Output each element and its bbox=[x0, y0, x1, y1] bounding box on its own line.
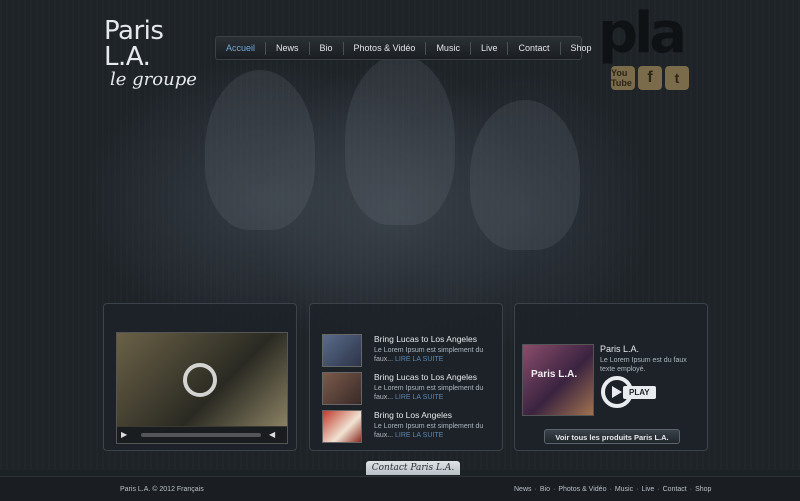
news-thumbnail bbox=[322, 410, 362, 443]
footer-link-photos-video[interactable]: Photos & Vidéo bbox=[558, 486, 606, 493]
nav-photos-video[interactable]: Photos & Vidéo bbox=[344, 41, 427, 55]
news-item[interactable]: Bring Lucas to Los Angeles Le Lorem Ipsu… bbox=[322, 372, 492, 406]
video-progress-bar[interactable] bbox=[141, 433, 261, 437]
play-ring-icon bbox=[183, 363, 217, 397]
news-title[interactable]: Bring to Los Angeles bbox=[374, 410, 452, 420]
video-player[interactable]: ▶ ◀ bbox=[116, 332, 288, 444]
contact-tab[interactable]: Contact Paris L.A. bbox=[366, 461, 460, 475]
news-excerpt: Le Lorem Ipsum est simplement du faux...… bbox=[374, 385, 484, 401]
footer-link-contact[interactable]: Contact bbox=[663, 486, 687, 493]
youtube-icon[interactable]: You Tube bbox=[611, 66, 635, 90]
site-logo[interactable]: Paris L.A. le groupe bbox=[104, 16, 214, 90]
shop-panel: Paris L.A. Paris L.A. Le Lorem Ipsum est… bbox=[514, 303, 708, 451]
band-member-left bbox=[205, 70, 315, 230]
footer-link-shop[interactable]: Shop bbox=[695, 486, 711, 493]
read-more-link[interactable]: LIRE LA SUITE bbox=[395, 432, 443, 439]
brand-mark-logo: pla bbox=[598, 1, 687, 66]
footer-link-music[interactable]: Music bbox=[615, 486, 633, 493]
news-title[interactable]: Bring Lucas to Los Angeles bbox=[374, 372, 477, 382]
footer-copyright: Paris L.A. © 2012 Français bbox=[120, 486, 204, 493]
nav-shop[interactable]: Shop bbox=[561, 42, 602, 55]
video-controls: ▶ ◀ bbox=[117, 427, 287, 443]
read-more-link[interactable]: LIRE LA SUITE bbox=[395, 356, 443, 363]
volume-icon[interactable]: ◀ bbox=[269, 429, 283, 441]
view-all-products-button[interactable]: Voir tous les produits Paris L.A. bbox=[544, 429, 680, 444]
play-button[interactable]: PLAY bbox=[601, 376, 671, 408]
album-cover[interactable]: Paris L.A. bbox=[522, 344, 594, 416]
shop-description: Le Lorem Ipsum est du faux texte employé… bbox=[600, 357, 687, 373]
news-panel: Bring Lucas to Los Angeles Le Lorem Ipsu… bbox=[309, 303, 503, 451]
footer-link-news[interactable]: News bbox=[514, 486, 532, 493]
album-title: Paris L.A. bbox=[531, 369, 578, 380]
news-thumbnail bbox=[322, 334, 362, 367]
main-nav: Accueil News Bio Photos & Vidéo Music Li… bbox=[215, 36, 592, 60]
band-member-center bbox=[345, 55, 455, 225]
nav-live[interactable]: Live bbox=[471, 41, 509, 55]
video-thumbnail bbox=[117, 333, 287, 426]
read-more-link[interactable]: LIRE LA SUITE bbox=[395, 394, 443, 401]
video-panel: ▶ ◀ bbox=[103, 303, 297, 451]
news-excerpt: Le Lorem Ipsum est simplement du faux...… bbox=[374, 423, 484, 439]
news-title[interactable]: Bring Lucas to Los Angeles bbox=[374, 334, 477, 344]
twitter-icon[interactable]: t bbox=[665, 66, 689, 90]
nav-bio[interactable]: Bio bbox=[310, 41, 344, 55]
nav-accueil[interactable]: Accueil bbox=[216, 41, 267, 55]
nav-music[interactable]: Music bbox=[426, 41, 471, 55]
band-member-right bbox=[470, 100, 580, 250]
shop-title: Paris L.A. bbox=[600, 344, 640, 354]
logo-subtitle: le groupe bbox=[110, 69, 197, 90]
nav-contact[interactable]: Contact bbox=[508, 41, 561, 55]
footer-link-live[interactable]: Live bbox=[641, 486, 654, 493]
logo-title: Paris L.A. bbox=[104, 16, 164, 72]
video-play-icon[interactable]: ▶ bbox=[121, 429, 135, 441]
news-thumbnail bbox=[322, 372, 362, 405]
footer-link-bio[interactable]: Bio bbox=[540, 486, 550, 493]
news-excerpt: Le Lorem Ipsum est simplement du faux...… bbox=[374, 347, 484, 363]
facebook-icon[interactable]: f bbox=[638, 66, 662, 90]
play-icon bbox=[612, 386, 622, 398]
nav-news[interactable]: News bbox=[266, 41, 310, 55]
footer-links: News · Bio · Photos & Vidéo · Music · Live · … bbox=[514, 486, 712, 493]
play-label: PLAY bbox=[623, 386, 656, 399]
news-item[interactable]: Bring Lucas to Los Angeles Le Lorem Ipsu… bbox=[322, 334, 492, 368]
news-item[interactable]: Bring to Los Angeles Le Lorem Ipsum est … bbox=[322, 410, 492, 444]
